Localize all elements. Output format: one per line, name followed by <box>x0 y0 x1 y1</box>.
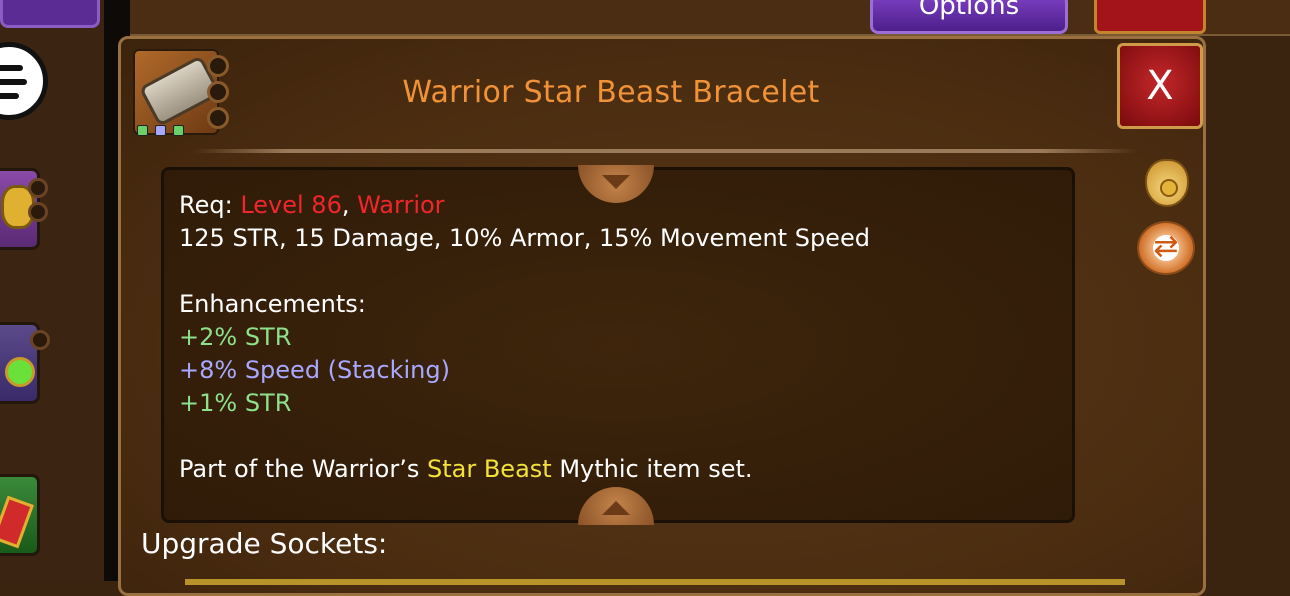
sidebar-top-button[interactable] <box>0 0 100 28</box>
top-red-button[interactable] <box>1094 0 1206 34</box>
left-sidebar <box>0 0 104 581</box>
menu-icon[interactable] <box>0 42 48 120</box>
swap-icon[interactable]: ⇄ <box>1137 221 1195 275</box>
enhancement-3: +1% STR <box>179 389 292 417</box>
sidebar-slot-ring[interactable] <box>0 474 40 556</box>
set-suffix: Mythic item set. <box>551 455 753 483</box>
req-label: Req: <box>179 191 241 219</box>
enhancements-header: Enhancements: <box>179 290 366 318</box>
options-button[interactable]: Options <box>870 0 1068 34</box>
item-details-text: Req: Level 86, Warrior 125 STR, 15 Damag… <box>179 189 1059 486</box>
item-title: Warrior Star Beast Bracelet <box>402 75 820 110</box>
upgrade-sockets-label: Upgrade Sockets: <box>141 527 388 560</box>
chevron-up-icon <box>602 501 630 515</box>
socket-ring <box>207 107 229 129</box>
enhancement-1: +2% STR <box>179 323 292 351</box>
requirement-line: Req: Level 86, Warrior <box>179 189 1059 222</box>
socket-dot <box>28 178 48 198</box>
req-separator: , <box>341 191 358 219</box>
gem-slot <box>173 125 184 136</box>
close-button[interactable]: X <box>1117 43 1203 129</box>
set-prefix: Part of the Warrior’s <box>179 455 427 483</box>
socket-dot <box>28 202 48 222</box>
socket-dot <box>30 330 50 350</box>
socket-ring <box>207 81 229 103</box>
set-name: Star Beast <box>426 455 552 483</box>
req-class: Warrior <box>357 191 445 219</box>
divider <box>193 149 1137 153</box>
socket-ring <box>207 55 229 77</box>
stats-line: 125 STR, 15 Damage, 10% Armor, 15% Movem… <box>179 224 870 252</box>
money-bag-icon[interactable] <box>1145 159 1189 207</box>
set-line: Part of the Warrior’s Star Beast Mythic … <box>179 453 1059 486</box>
chevron-down-icon <box>602 175 630 189</box>
upgrade-socket-bar <box>185 579 1125 585</box>
gem-slot <box>137 125 148 136</box>
req-level: Level 86 <box>240 191 342 219</box>
gem-slot <box>155 125 166 136</box>
item-dialog: Warrior Star Beast Bracelet X Req: Level… <box>118 36 1206 596</box>
enhancement-2: +8% Speed (Stacking) <box>179 356 450 384</box>
